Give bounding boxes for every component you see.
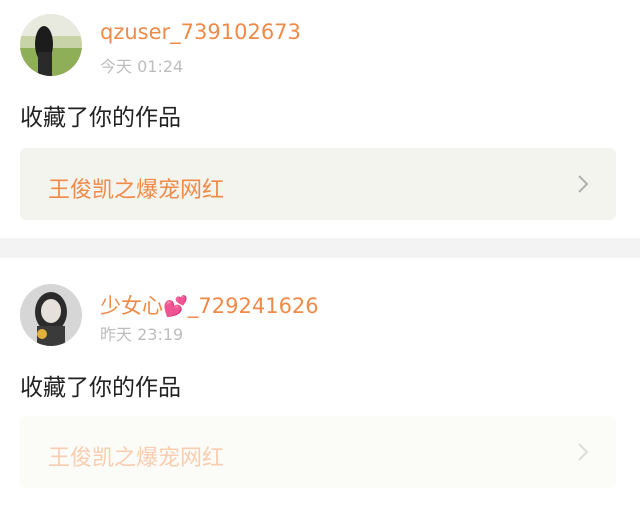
work-title: 王俊凯之爆宠网红 [48,178,225,203]
timestamp: 昨天 23:19 [100,325,184,344]
username-text: 少女心 [100,294,163,318]
username-text: qzuser_739102673 [100,20,301,44]
user-avatar[interactable] [20,14,82,76]
girl-field-avatar-icon [20,14,82,76]
timestamp: 今天 01:24 [100,57,184,76]
work-link[interactable]: 王俊凯之爆宠网红 [20,416,616,488]
username-suffix: _729241626 [187,294,319,318]
action-text: 收藏了你的作品 [20,105,181,131]
notification-card: qzuser_739102673 今天 01:24 收藏了你的作品 王俊凯之爆宠… [0,0,640,238]
work-link[interactable]: 王俊凯之爆宠网红 [20,148,616,220]
action-text: 收藏了你的作品 [20,375,181,401]
section-divider [0,238,640,258]
work-title: 王俊凯之爆宠网红 [48,446,225,471]
notification-card: 少女心💕_729241626 昨天 23:19 收藏了你的作品 王俊凯之爆宠网红 [0,258,640,506]
heart-emoji-icon: 💕 [163,294,188,318]
user-avatar[interactable] [20,284,82,346]
username[interactable]: qzuser_739102673 [100,20,301,44]
username[interactable]: 少女心💕_729241626 [100,290,319,320]
chevron-right-icon [578,443,589,461]
chevron-right-icon [578,175,589,193]
girl-bw-avatar-icon [20,284,82,346]
